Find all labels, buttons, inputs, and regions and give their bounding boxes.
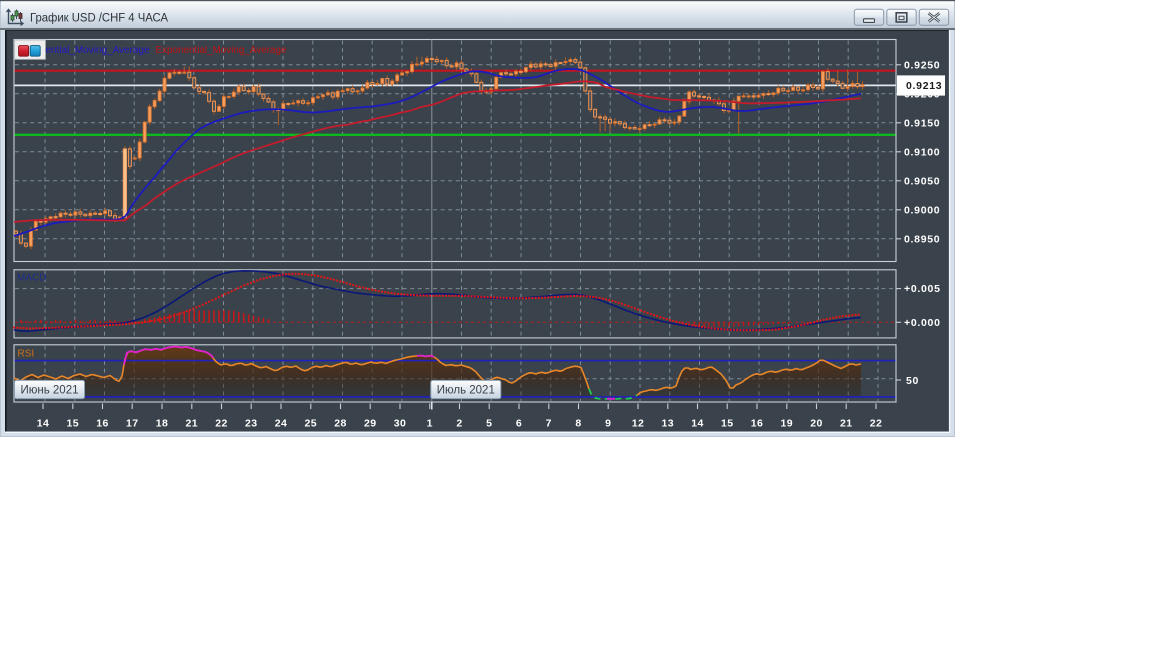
svg-text:0.8950: 0.8950 [904, 233, 940, 245]
svg-text:1: 1 [427, 418, 433, 430]
svg-text:16: 16 [751, 418, 763, 430]
svg-text:0.9213: 0.9213 [906, 80, 942, 92]
svg-text:Июнь 2021: Июнь 2021 [20, 385, 78, 397]
svg-text:0.9150: 0.9150 [904, 117, 940, 129]
svg-text:29: 29 [364, 418, 376, 430]
svg-text:7: 7 [546, 418, 552, 430]
svg-text:0.9100: 0.9100 [904, 146, 940, 158]
svg-text:22: 22 [870, 418, 882, 430]
svg-text:19: 19 [781, 418, 793, 430]
svg-text:6: 6 [516, 418, 522, 430]
svg-text:Июль 2021: Июль 2021 [437, 385, 495, 397]
svg-text:23: 23 [245, 418, 257, 430]
svg-text:13: 13 [662, 418, 674, 430]
svg-text:15: 15 [67, 418, 79, 430]
svg-text:28: 28 [334, 418, 346, 430]
svg-text:+0.005: +0.005 [904, 283, 941, 295]
svg-text:9: 9 [605, 418, 611, 430]
svg-text:График USD /CHF 4 ЧАСА: График USD /CHF 4 ЧАСА [30, 11, 169, 25]
svg-text:20: 20 [810, 418, 822, 430]
svg-text:22: 22 [215, 418, 227, 430]
svg-text:5: 5 [486, 418, 492, 430]
svg-text:18: 18 [156, 418, 168, 430]
svg-text:30: 30 [394, 418, 406, 430]
svg-text:MACD: MACD [17, 272, 46, 283]
svg-text:0.9250: 0.9250 [904, 59, 940, 71]
svg-text:0.9050: 0.9050 [904, 175, 940, 187]
svg-text:21: 21 [186, 418, 198, 430]
svg-text:25: 25 [305, 418, 317, 430]
svg-text:+0.000: +0.000 [904, 317, 941, 329]
svg-text:12: 12 [632, 418, 644, 430]
svg-text:14: 14 [37, 418, 49, 430]
svg-text:ential_Moving_Average: ential_Moving_Average [46, 45, 150, 56]
svg-text:8: 8 [575, 418, 581, 430]
svg-text:Exponential_Moving_Average: Exponential_Moving_Average [156, 45, 287, 56]
svg-text:21: 21 [840, 418, 852, 430]
svg-text:2: 2 [456, 418, 462, 430]
svg-text:16: 16 [96, 418, 108, 430]
svg-text:RSI: RSI [18, 349, 35, 360]
svg-text:15: 15 [721, 418, 733, 430]
svg-text:50: 50 [906, 375, 919, 387]
svg-text:0.9000: 0.9000 [904, 204, 940, 216]
svg-text:14: 14 [691, 418, 703, 430]
svg-text:24: 24 [275, 418, 287, 430]
svg-text:17: 17 [126, 418, 138, 430]
